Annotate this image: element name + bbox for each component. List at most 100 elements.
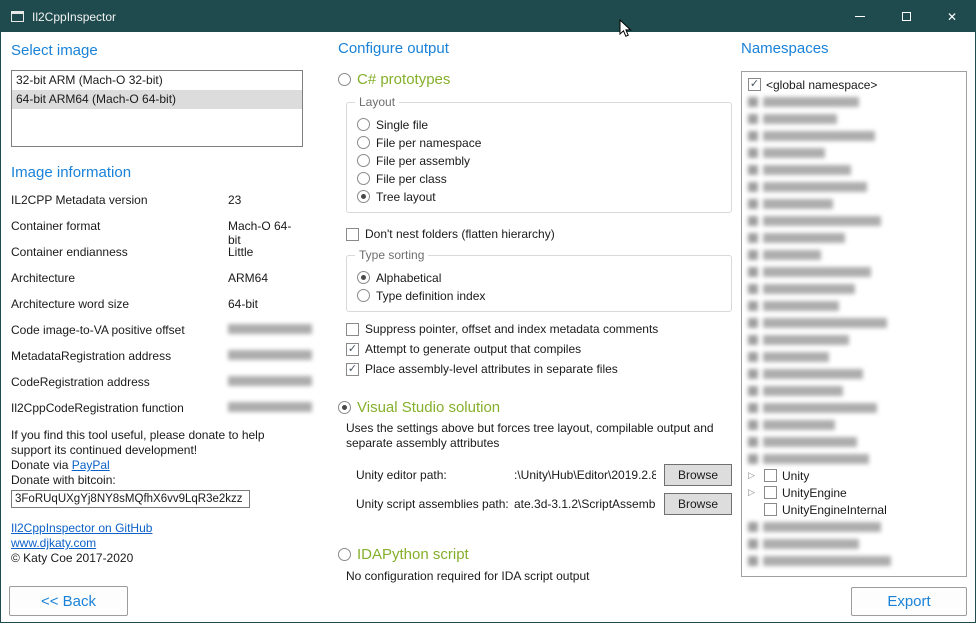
layout-group-title: Layout <box>355 95 399 109</box>
namespace-item[interactable] <box>748 552 960 569</box>
titlebar-buttons: ✕ <box>837 1 975 32</box>
image-information-heading: Image information <box>11 163 303 183</box>
type-sorting-option[interactable]: Type definition index <box>357 287 721 304</box>
maximize-button[interactable] <box>883 1 929 32</box>
redacted-checkbox <box>748 437 758 447</box>
redacted-checkbox <box>748 522 758 532</box>
redacted-namespace-label <box>763 556 891 566</box>
namespace-item[interactable] <box>748 382 960 399</box>
namespace-item[interactable] <box>748 110 960 127</box>
redacted-checkbox <box>748 301 758 311</box>
namespace-item[interactable]: ✓ <global namespace> <box>748 76 960 93</box>
output-checkbox[interactable]: ✓Place assembly-level attributes in sepa… <box>346 362 734 376</box>
browse-assemblies-button[interactable]: Browse <box>664 493 732 515</box>
csharp-prototypes-option[interactable]: C# prototypes <box>338 71 734 88</box>
checkbox-label: Place assembly-level attributes in separ… <box>365 362 618 376</box>
minimize-button[interactable] <box>837 1 883 32</box>
redacted-checkbox <box>748 182 758 192</box>
namespace-item[interactable]: UnityEngineInternal <box>748 501 960 518</box>
layout-option[interactable]: File per class <box>357 170 721 187</box>
radio-icon <box>357 136 370 149</box>
namespace-item[interactable] <box>748 280 960 297</box>
info-label: Il2CppCodeRegistration function <box>11 401 228 415</box>
layout-option[interactable]: Single file <box>357 116 721 133</box>
layout-option[interactable]: File per assembly <box>357 152 721 169</box>
namespace-item[interactable] <box>748 178 960 195</box>
info-label: Architecture word size <box>11 297 228 311</box>
bitcoin-address-input[interactable] <box>11 490 250 508</box>
redacted-checkbox <box>748 556 758 566</box>
namespace-item[interactable] <box>748 263 960 280</box>
image-list-item[interactable]: 64-bit ARM64 (Mach-O 64-bit) <box>12 90 302 109</box>
redacted-checkbox <box>748 165 758 175</box>
expander-icon[interactable]: ▷ <box>748 487 759 498</box>
namespace-item[interactable] <box>748 195 960 212</box>
layout-option[interactable]: File per namespace <box>357 134 721 151</box>
output-checkbox[interactable]: Suppress pointer, offset and index metad… <box>346 322 734 336</box>
namespace-item[interactable] <box>748 297 960 314</box>
left-panel: Select image 32-bit ARM (Mach-O 32-bit)6… <box>11 41 303 566</box>
namespace-item[interactable]: ▷ Unity <box>748 467 960 484</box>
namespace-item[interactable] <box>748 416 960 433</box>
donate-paypal-line: Donate via PayPal <box>11 458 303 473</box>
namespace-item[interactable] <box>748 246 960 263</box>
namespace-item[interactable] <box>748 433 960 450</box>
info-row: Il2CppCodeRegistration function <box>11 401 303 427</box>
redacted-checkbox <box>748 352 758 362</box>
namespace-label: Unity <box>782 469 809 483</box>
namespace-item[interactable] <box>748 450 960 467</box>
namespace-item[interactable] <box>748 535 960 552</box>
redacted-checkbox <box>748 403 758 413</box>
layout-option-label: Single file <box>376 118 428 132</box>
redacted-namespace-label <box>763 97 859 107</box>
github-link[interactable]: Il2CppInspector on GitHub <box>11 521 303 536</box>
info-label: Container format <box>11 219 228 233</box>
layout-groupbox: Layout Single fileFile per namespaceFile… <box>346 102 732 213</box>
namespace-item[interactable] <box>748 161 960 178</box>
namespace-item[interactable] <box>748 229 960 246</box>
expander-icon[interactable]: ▷ <box>748 470 759 481</box>
type-sorting-option-label: Alphabetical <box>376 271 441 285</box>
info-row: CodeRegistration address <box>11 375 303 401</box>
redacted-checkbox <box>748 335 758 345</box>
website-link[interactable]: www.djkaty.com <box>11 536 303 551</box>
namespace-item[interactable] <box>748 144 960 161</box>
export-button[interactable]: Export <box>851 587 967 616</box>
redacted-namespace-label <box>763 165 851 175</box>
namespace-item[interactable]: ▷UnityEngine <box>748 484 960 501</box>
namespace-item[interactable] <box>748 348 960 365</box>
info-value: 23 <box>228 193 303 207</box>
visual-studio-option[interactable]: Visual Studio solution <box>338 398 734 416</box>
back-button[interactable]: << Back <box>9 586 128 616</box>
layout-option[interactable]: Tree layout <box>357 188 721 205</box>
redacted-value <box>228 376 312 386</box>
donate-bitcoin-label: Donate with bitcoin: <box>11 473 303 488</box>
namespace-item[interactable] <box>748 365 960 382</box>
namespace-item[interactable] <box>748 212 960 229</box>
radio-icon <box>357 118 370 131</box>
paypal-link[interactable]: PayPal <box>72 458 110 472</box>
checkbox-icon: ✓ <box>748 78 761 91</box>
radio-icon <box>338 73 351 86</box>
redacted-checkbox <box>748 420 758 430</box>
namespace-item[interactable] <box>748 127 960 144</box>
type-sorting-option[interactable]: Alphabetical <box>357 269 721 286</box>
namespace-item[interactable] <box>748 93 960 110</box>
namespace-label: <global namespace> <box>766 78 877 92</box>
namespace-item[interactable] <box>748 399 960 416</box>
image-list-item[interactable]: 32-bit ARM (Mach-O 32-bit) <box>12 71 302 90</box>
close-button[interactable]: ✕ <box>929 1 975 32</box>
namespaces-list: ✓ <global namespace> ▷ Unity▷UnityEngineUni… <box>741 71 967 577</box>
namespace-item[interactable] <box>748 331 960 348</box>
namespace-item[interactable] <box>748 518 960 535</box>
browse-editor-button[interactable]: Browse <box>664 464 732 486</box>
output-checkbox[interactable]: ✓Attempt to generate output that compile… <box>346 342 734 356</box>
flatten-hierarchy-checkbox[interactable]: Don't nest folders (flatten hierarchy) <box>346 226 734 242</box>
unity-editor-path-row: Unity editor path: :\Unity\Hub\Editor\20… <box>356 464 732 486</box>
radio-icon <box>357 190 370 203</box>
checkbox-label: Suppress pointer, offset and index metad… <box>365 322 658 336</box>
redacted-namespace-label <box>763 301 839 311</box>
idapython-option[interactable]: IDAPython script <box>338 545 734 563</box>
redacted-value <box>228 324 312 334</box>
namespace-item[interactable] <box>748 314 960 331</box>
